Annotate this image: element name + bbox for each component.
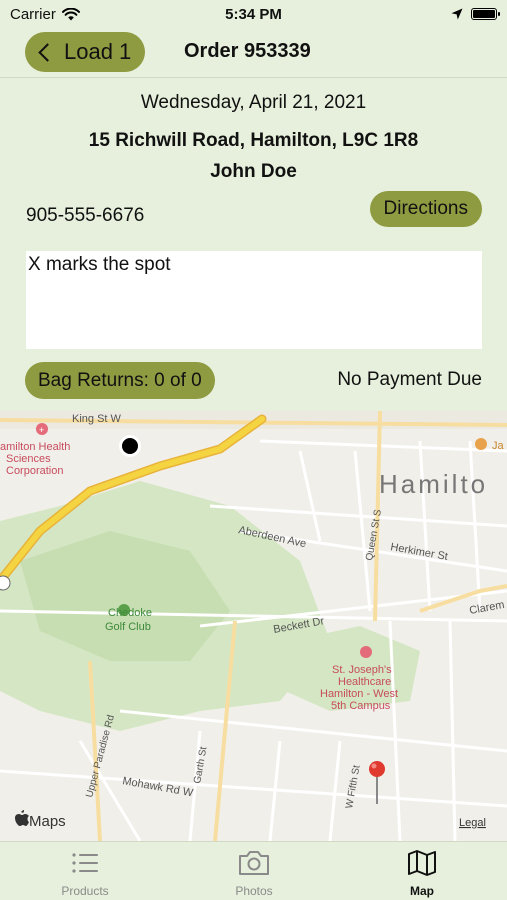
- tab-photos[interactable]: Photos: [194, 848, 314, 898]
- map-view[interactable]: King St W + amilton Health Sciences Corp…: [0, 411, 507, 841]
- page-title: Order 953339: [184, 40, 311, 62]
- payment-status: No Payment Due: [337, 369, 482, 390]
- status-bar: Carrier 5:34 PM: [0, 0, 507, 28]
- map-label-hhs-1: amilton Health: [0, 441, 70, 453]
- poi-icon: [475, 438, 487, 450]
- notes-field[interactable]: X marks the spot: [26, 251, 482, 349]
- tab-bar: Products Photos Map: [0, 841, 507, 900]
- tab-map[interactable]: Map: [362, 848, 482, 898]
- map-label-hhs-2: Sciences: [6, 453, 51, 465]
- location-arrow-icon: [451, 8, 463, 20]
- camera-icon: [239, 851, 269, 875]
- tab-products[interactable]: Products: [25, 848, 145, 898]
- current-location-icon[interactable]: [122, 438, 138, 454]
- maps-logo-text: Maps: [29, 813, 66, 830]
- wifi-icon: [61, 7, 80, 20]
- map-label-stj-3: Hamilton - West: [320, 688, 398, 700]
- highway-shield-icon: [0, 575, 11, 591]
- tab-products-label: Products: [61, 884, 109, 898]
- back-button[interactable]: Load 1: [25, 32, 146, 72]
- map-label-king: King St W: [72, 413, 122, 425]
- order-address: 15 Richwill Road, Hamilton, L9C 1R8: [88, 130, 419, 151]
- map-label-chedoke-1: Chedoke: [108, 607, 152, 619]
- map-canvas: King St W + amilton Health Sciences Corp…: [0, 411, 507, 841]
- phone-number[interactable]: 905-555-6676: [26, 205, 144, 227]
- map-icon: [408, 850, 436, 876]
- nav-bar: Load 1 Order 953339: [0, 30, 507, 78]
- map-label-ja: Ja: [492, 440, 505, 452]
- legal-link[interactable]: Legal: [459, 817, 486, 829]
- map-label-chedoke-2: Golf Club: [105, 621, 151, 633]
- tab-photos-label: Photos: [235, 884, 273, 898]
- back-button-label: Load 1: [64, 39, 132, 64]
- map-label-city: Hamilto: [379, 469, 488, 499]
- chevron-left-icon: [38, 42, 57, 62]
- directions-button[interactable]: Directions: [369, 191, 482, 227]
- tab-map-label: Map: [410, 884, 434, 898]
- map-label-stj-4: 5th Campus: [331, 700, 391, 712]
- order-date: Wednesday, April 21, 2021: [140, 92, 367, 113]
- status-left: Carrier: [10, 6, 80, 23]
- list-icon: [72, 853, 98, 873]
- status-right: [451, 8, 500, 20]
- map-label-stj-2: Healthcare: [338, 676, 391, 688]
- hospital-poi-icon-2: [360, 646, 372, 658]
- carrier-label: Carrier: [10, 5, 56, 23]
- map-label-hhs-3: Corporation: [6, 465, 63, 477]
- battery-icon: [471, 8, 500, 20]
- map-label-stj-1: St. Joseph's: [332, 664, 392, 676]
- customer-name: John Doe: [210, 161, 297, 182]
- hospital-cross: +: [39, 425, 44, 435]
- bag-returns-button[interactable]: Bag Returns: 0 of 0: [25, 362, 215, 399]
